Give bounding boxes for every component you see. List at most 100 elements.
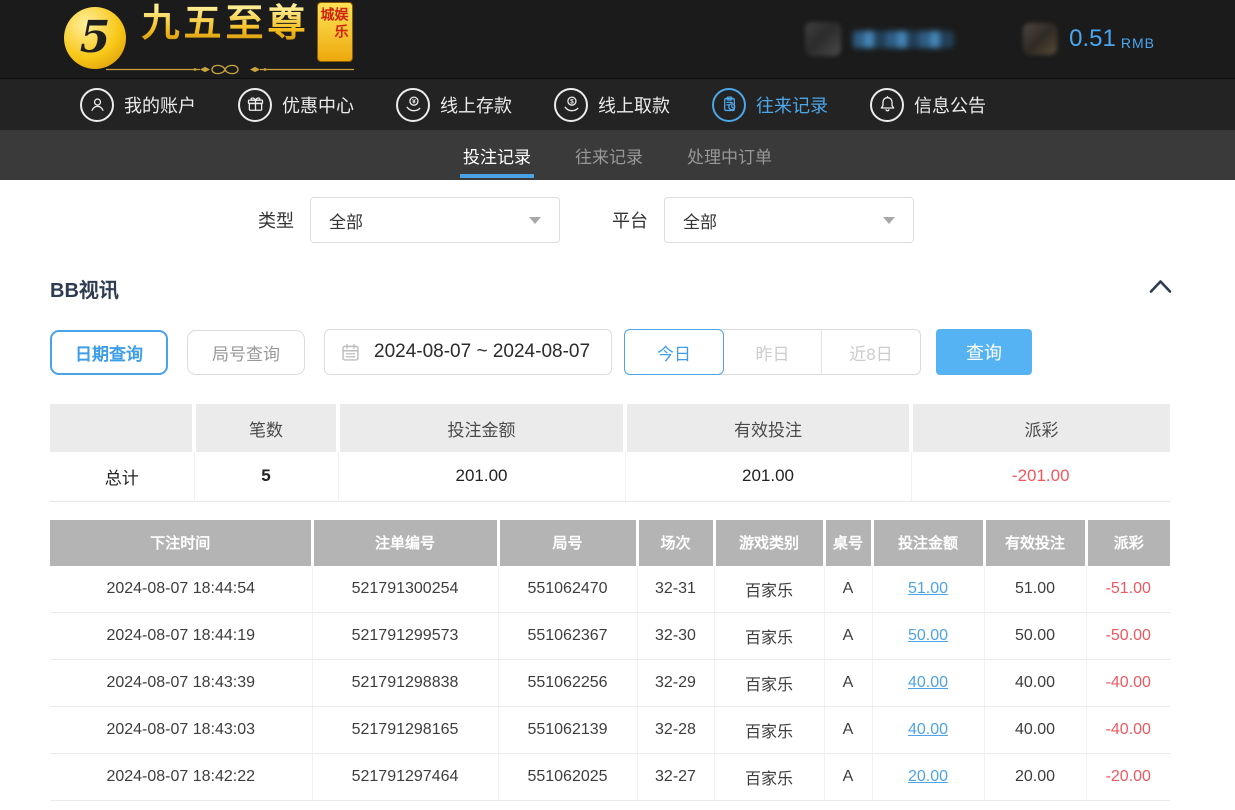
main-nav: 我的账户 优惠中心 ¥线上存款 $ 线上取款 往来记录 信息公告 <box>0 78 1235 130</box>
table-cell: 百家乐 <box>714 613 824 660</box>
round-query-tab[interactable]: 局号查询 <box>187 330 305 375</box>
table-cell: 32-29 <box>637 660 714 707</box>
bet-amount-cell: 50.00 <box>872 613 984 660</box>
bet-col-header: 注单编号 <box>312 520 498 566</box>
summary-col-header: 派彩 <box>911 404 1170 452</box>
table-cell: 521791297464 <box>312 754 498 801</box>
table-cell: -40.00 <box>1086 660 1170 707</box>
table-cell: 32-27 <box>637 754 714 801</box>
nav-item-label: 线上取款 <box>598 92 670 118</box>
type-select[interactable]: 全部 <box>310 197 560 243</box>
table-cell: -50.00 <box>1086 613 1170 660</box>
date-query-tab[interactable]: 日期查询 <box>50 330 168 375</box>
calendar-icon <box>340 342 361 363</box>
section-title: BB视讯 <box>50 274 119 303</box>
table-cell: 2024-08-07 18:44:54 <box>50 566 312 613</box>
table-cell: -20.00 <box>1086 754 1170 801</box>
search-button[interactable]: 查询 <box>936 329 1032 375</box>
table-cell: 551062139 <box>498 707 637 754</box>
bet-amount-link[interactable]: 51.00 <box>908 580 948 597</box>
withdraw-icon: $ <box>554 88 588 122</box>
quick-date-0[interactable]: 今日 <box>624 329 724 375</box>
table-cell: 2024-08-07 18:42:22 <box>50 754 312 801</box>
table-cell: 551062367 <box>498 613 637 660</box>
subnav-tab-2[interactable]: 处理中订单 <box>686 130 773 180</box>
table-cell: -40.00 <box>1086 707 1170 754</box>
date-range-input[interactable]: 2024-08-07 ~ 2024-08-07 <box>324 329 612 375</box>
summary-value: -201.00 <box>911 452 1170 501</box>
table-cell: 551062256 <box>498 660 637 707</box>
nav-item-label: 往来记录 <box>756 92 828 118</box>
avatar[interactable] <box>805 22 841 56</box>
svg-text:$: $ <box>570 98 574 105</box>
nav-item-label: 信息公告 <box>914 92 986 118</box>
gift-icon <box>238 88 272 122</box>
table-cell: 521791298838 <box>312 660 498 707</box>
table-cell: A <box>824 613 872 660</box>
bet-amount-cell: 40.00 <box>872 660 984 707</box>
subnav-tab-0[interactable]: 投注记录 <box>462 130 532 180</box>
content: 类型 全部 平台 全部 BB视讯 日期查询 局号查询 2 <box>0 197 1235 801</box>
summary-col-header: 有效投注 <box>625 404 911 452</box>
table-cell: 2024-08-07 18:43:39 <box>50 660 312 707</box>
table-cell: 百家乐 <box>714 754 824 801</box>
table-cell: 40.00 <box>984 707 1086 754</box>
bet-amount-link[interactable]: 50.00 <box>908 627 948 644</box>
subnav-tab-1[interactable]: 往来记录 <box>574 130 644 180</box>
table-row: 2024-08-07 18:44:19521791299573551062367… <box>50 613 1170 660</box>
platform-select-value: 全部 <box>683 208 717 233</box>
top-header: 5 九五至尊 娱乐城 <box>0 0 1235 78</box>
table-row: 2024-08-07 18:43:03521791298165551062139… <box>50 707 1170 754</box>
filter-row: 类型 全部 平台 全部 <box>258 197 1185 243</box>
bet-amount-link[interactable]: 20.00 <box>908 768 948 785</box>
bet-col-header: 投注金额 <box>872 520 984 566</box>
table-cell: 51.00 <box>984 566 1086 613</box>
bet-col-header: 场次 <box>637 520 714 566</box>
table-cell: A <box>824 660 872 707</box>
nav-item-user[interactable]: 我的账户 <box>80 88 196 122</box>
nav-item-withdraw[interactable]: $ 线上取款 <box>554 88 670 122</box>
bet-col-header: 桌号 <box>824 520 872 566</box>
table-cell: 50.00 <box>984 613 1086 660</box>
bet-col-header: 有效投注 <box>984 520 1086 566</box>
bet-amount-cell: 20.00 <box>872 754 984 801</box>
quick-date-2[interactable]: 近8日 <box>822 330 920 374</box>
bell-icon <box>870 88 904 122</box>
records-icon <box>712 88 746 122</box>
table-cell: A <box>824 566 872 613</box>
balance-amount: 0.51 <box>1069 25 1116 53</box>
logo-title: 九五至尊 <box>141 1 309 49</box>
nav-item-bell[interactable]: 信息公告 <box>870 88 986 122</box>
bet-amount-link[interactable]: 40.00 <box>908 674 948 691</box>
bet-col-header: 局号 <box>498 520 637 566</box>
logo-95-icon: 5 <box>64 7 126 69</box>
type-filter-label: 类型 <box>258 207 294 233</box>
coin-icon <box>1023 23 1057 55</box>
table-cell: 32-30 <box>637 613 714 660</box>
logo-flourish-icon <box>104 62 356 77</box>
table-cell: 百家乐 <box>714 660 824 707</box>
platform-select[interactable]: 全部 <box>664 197 914 243</box>
nav-item-deposit[interactable]: ¥线上存款 <box>396 88 512 122</box>
bet-amount-cell: 51.00 <box>872 566 984 613</box>
bet-table-header-row: 下注时间注单编号局号场次游戏类别桌号投注金额有效投注派彩 <box>50 520 1170 566</box>
bet-amount-link[interactable]: 40.00 <box>908 721 948 738</box>
bet-col-header: 下注时间 <box>50 520 312 566</box>
table-cell: 百家乐 <box>714 566 824 613</box>
table-cell: 2024-08-07 18:44:19 <box>50 613 312 660</box>
platform-filter-label: 平台 <box>612 207 648 233</box>
bet-amount-cell: 40.00 <box>872 707 984 754</box>
collapse-chevron-icon[interactable] <box>1148 277 1173 300</box>
user-icon <box>80 88 114 122</box>
site-logo[interactable]: 5 九五至尊 娱乐城 <box>64 1 356 77</box>
nav-item-label: 我的账户 <box>124 92 196 118</box>
quick-date-1[interactable]: 昨日 <box>724 330 822 374</box>
summary-header-row: 笔数投注金额有效投注派彩 <box>50 404 1170 452</box>
nav-item-records[interactable]: 往来记录 <box>712 88 828 122</box>
deposit-icon: ¥ <box>396 88 430 122</box>
table-cell: 521791300254 <box>312 566 498 613</box>
table-cell: 20.00 <box>984 754 1086 801</box>
nav-item-gift[interactable]: 优惠中心 <box>238 88 354 122</box>
table-cell: 521791298165 <box>312 707 498 754</box>
section-header: BB视讯 <box>50 274 1185 302</box>
